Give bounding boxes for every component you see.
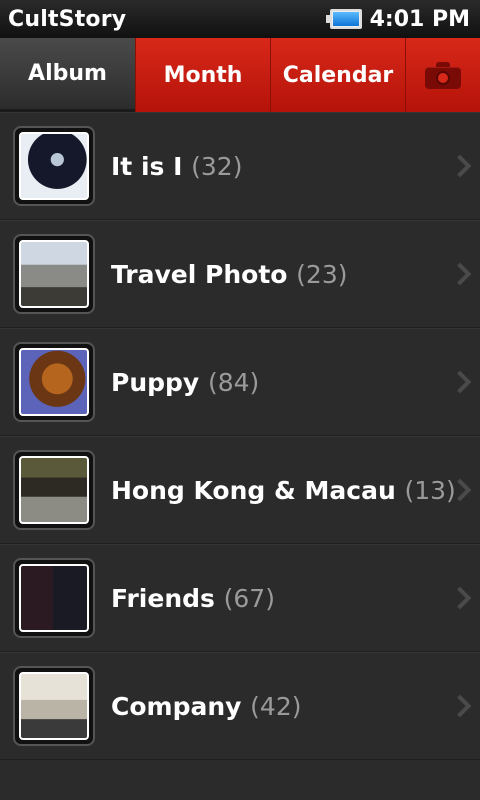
tab-bar: Album Month Calendar [0, 38, 480, 112]
album-thumbnail [13, 126, 95, 206]
album-title: Hong Kong & Macau [111, 475, 396, 505]
album-thumbnail [13, 558, 95, 638]
status-right: 4:01 PM [325, 6, 470, 32]
album-title: Puppy [111, 367, 200, 397]
chevron-right-icon [448, 262, 472, 286]
album-list: It is I (32) Travel Photo (23) Puppy (84… [0, 112, 480, 760]
album-thumbnail [13, 234, 95, 314]
album-thumbnail [13, 666, 95, 746]
album-row-hong-kong-macau[interactable]: Hong Kong & Macau (13) [0, 436, 480, 544]
album-count: (32) [191, 151, 243, 181]
album-label: Travel Photo (23) [111, 260, 348, 289]
tab-album[interactable]: Album [0, 38, 135, 112]
chevron-right-icon [448, 154, 472, 178]
camera-button[interactable] [405, 38, 480, 112]
album-title: Travel Photo [111, 259, 288, 289]
album-thumbnail [13, 342, 95, 422]
album-label: Friends (67) [111, 584, 275, 613]
album-title: Friends [111, 583, 215, 613]
clock: 4:01 PM [369, 6, 470, 32]
tab-calendar[interactable]: Calendar [270, 38, 405, 112]
album-row-puppy[interactable]: Puppy (84) [0, 328, 480, 436]
album-count: (84) [207, 367, 260, 397]
camera-icon [425, 61, 461, 89]
chevron-right-icon [448, 694, 472, 718]
album-label: Company (42) [111, 692, 301, 721]
tab-month[interactable]: Month [135, 38, 270, 112]
album-count: (23) [296, 259, 348, 289]
album-thumbnail [13, 450, 95, 530]
chevron-right-icon [448, 586, 472, 610]
album-row-travel-photo[interactable]: Travel Photo (23) [0, 220, 480, 328]
album-label: It is I (32) [111, 152, 242, 181]
status-bar: CultStory 4:01 PM [0, 0, 480, 38]
album-count: (42) [250, 691, 302, 721]
album-title: Company [111, 691, 242, 721]
battery-icon [325, 9, 362, 29]
album-title: It is I [111, 151, 183, 181]
album-row-it-is-i[interactable]: It is I (32) [0, 112, 480, 220]
album-row-friends[interactable]: Friends (67) [0, 544, 480, 652]
album-label: Hong Kong & Macau (13) [111, 476, 456, 505]
chevron-right-icon [448, 370, 472, 394]
album-label: Puppy (84) [111, 368, 259, 397]
app-name: CultStory [8, 6, 127, 32]
album-count: (67) [223, 583, 275, 613]
album-row-company[interactable]: Company (42) [0, 652, 480, 760]
